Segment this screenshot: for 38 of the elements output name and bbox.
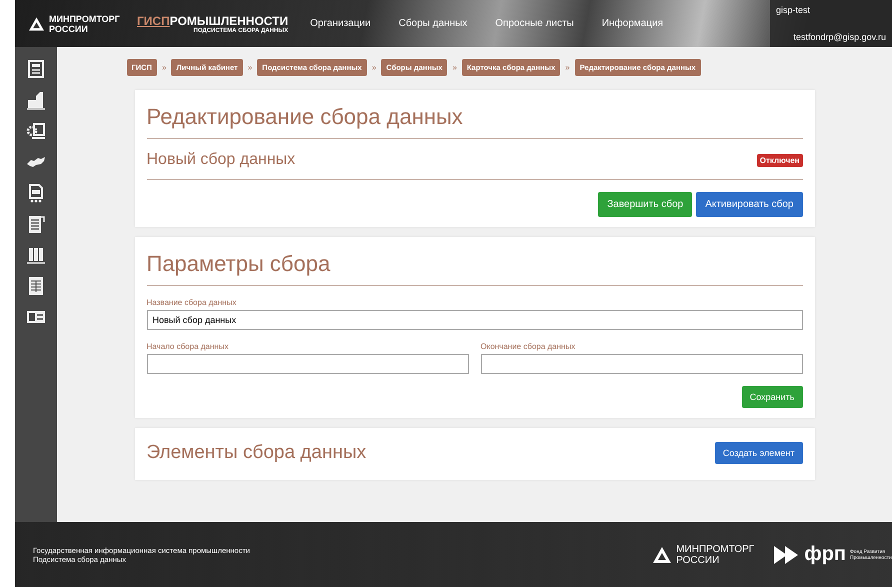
- action-button[interactable]: Завершить сбор: [598, 192, 692, 217]
- factory-icon[interactable]: [26, 90, 46, 110]
- newspaper-icon[interactable]: [26, 59, 46, 79]
- status-badge: Отключен: [756, 154, 802, 166]
- document-icon[interactable]: [26, 214, 46, 234]
- ministry-logo-text: МИНПРОМТОРГ РОССИИ: [676, 544, 756, 566]
- nav-link[interactable]: Сборы данных: [398, 18, 468, 29]
- nav-link[interactable]: Опросные листы: [495, 18, 574, 29]
- breadcrumb-separator: »: [452, 63, 457, 72]
- breadcrumb-separator: »: [372, 63, 376, 72]
- nav-link[interactable]: Информация: [602, 18, 664, 29]
- input-field[interactable]: [480, 354, 802, 374]
- gear-screen-icon[interactable]: [26, 121, 46, 141]
- breadcrumb-separator: »: [248, 63, 252, 72]
- field-label: Название сбора данных: [146, 298, 238, 307]
- ministry-logo-text: МИНПРОМТОРГ РОССИИ: [49, 14, 119, 34]
- field-label: Начало сбора данных: [146, 342, 230, 351]
- save-button[interactable]: Сохранить: [742, 386, 802, 408]
- action-button[interactable]: Активировать сбор: [696, 192, 802, 217]
- input-field[interactable]: [146, 354, 468, 374]
- table-icon[interactable]: [26, 276, 46, 296]
- card-title: Редактирование сбора данных: [146, 98, 802, 139]
- input-field[interactable]: Новый сбор данных: [146, 310, 802, 330]
- brand-logo-text: ГИСПРОМЫШЛЕННОСТИ: [137, 14, 288, 28]
- user-login: gisp-test: [776, 5, 812, 15]
- breadcrumb-separator: »: [565, 63, 570, 72]
- field-label: Окончание сбора данных: [480, 342, 576, 351]
- card-title: Параметры сбора: [146, 245, 802, 286]
- columns-icon[interactable]: [26, 245, 46, 265]
- collection-name: Новый сбор данных: [146, 151, 296, 169]
- form-icon[interactable]: [26, 183, 46, 203]
- create-button[interactable]: Создать элемент: [714, 442, 802, 464]
- double-arrow-icon: [774, 546, 800, 564]
- breadcrumb-separator: »: [162, 63, 166, 72]
- frp-logo-text: фрп: [804, 543, 846, 566]
- card-title: Элементы сбора данных: [146, 442, 366, 464]
- user-email[interactable]: testfondrp@gisp.gov.ru: [776, 32, 886, 42]
- nav-link[interactable]: Организации: [310, 18, 371, 29]
